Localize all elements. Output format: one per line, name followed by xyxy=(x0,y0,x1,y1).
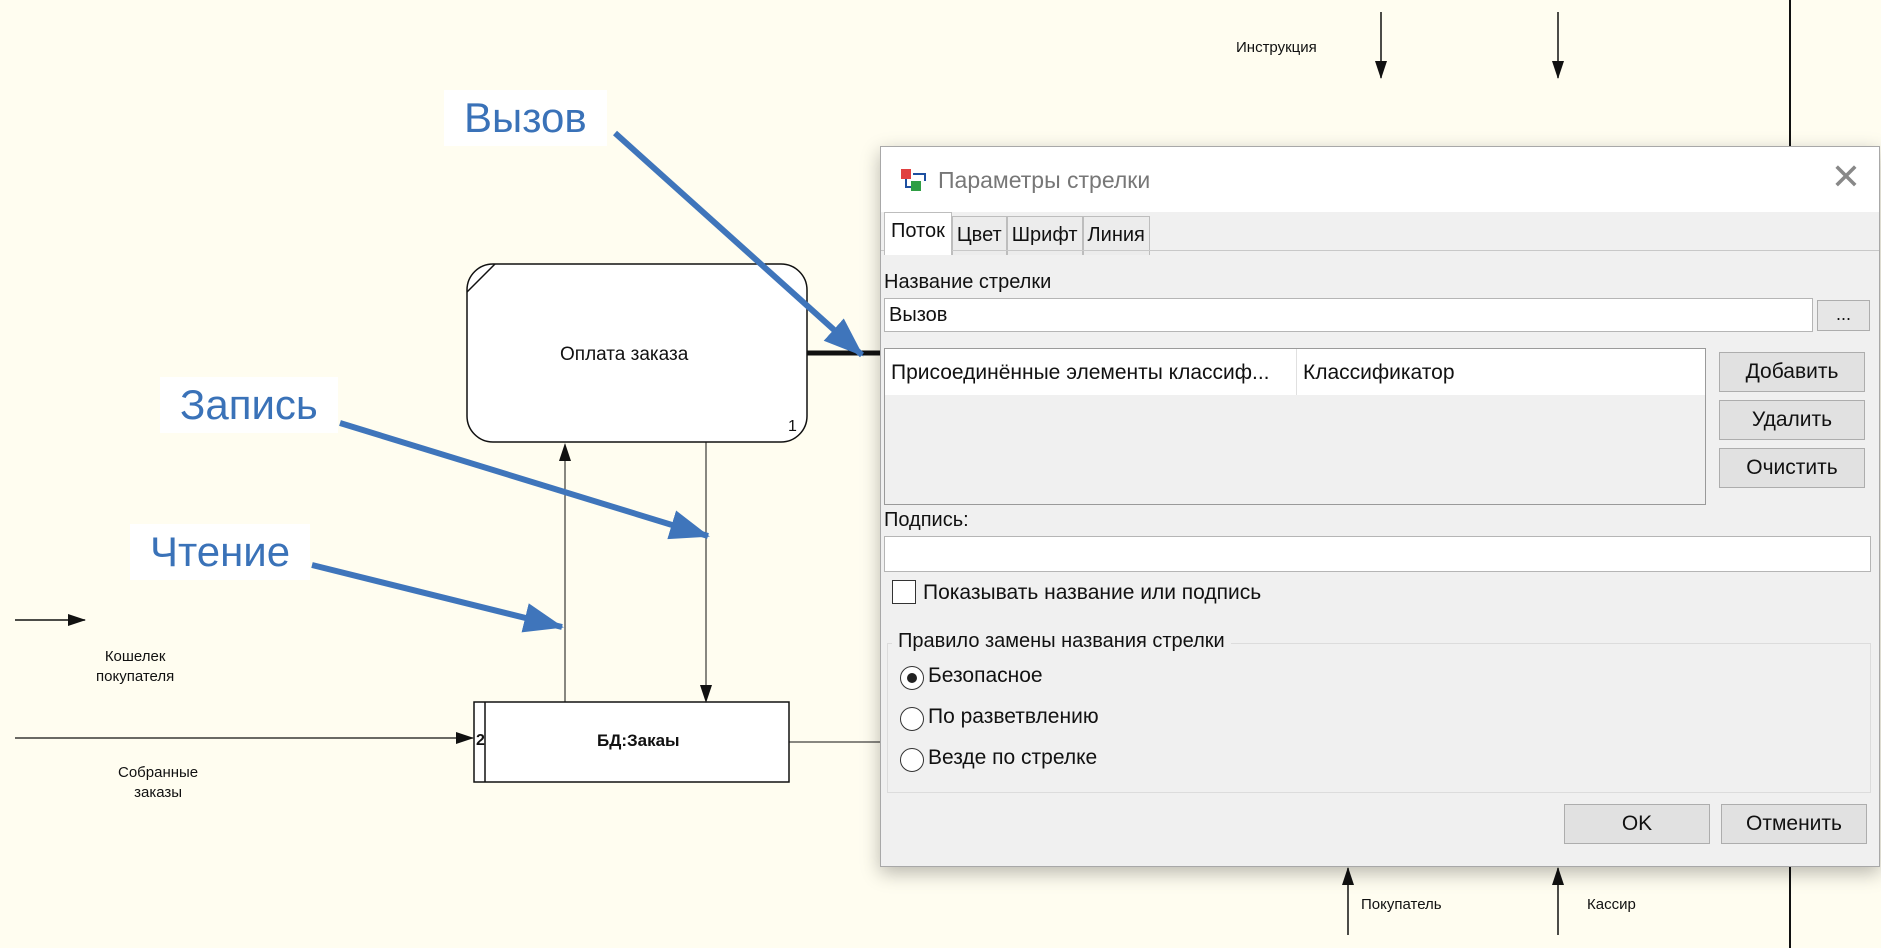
dialog-tabs: Поток Цвет Шрифт Линия xyxy=(884,212,1150,255)
tab-flow[interactable]: Поток xyxy=(884,212,952,255)
label-instruction: Инструкция xyxy=(1236,39,1317,56)
datastore-box-number: 2 xyxy=(476,732,485,749)
caption-label: Подпись: xyxy=(884,509,969,531)
arrow-properties-icon xyxy=(901,169,926,191)
arrow-name-input[interactable] xyxy=(884,298,1813,332)
label-collected-orders: Собранные заказы xyxy=(118,764,199,802)
process-box-title: Оплата заказа xyxy=(560,344,689,365)
show-name-checkbox[interactable] xyxy=(892,580,916,604)
radio-safe[interactable] xyxy=(900,666,924,690)
tab-panel-border xyxy=(881,250,1879,251)
classifier-list-header: Присоединённые элементы классиф... Класс… xyxy=(885,349,1705,395)
radio-branching-label[interactable]: По разветвлению xyxy=(928,705,1099,729)
column-header-classifier[interactable]: Классификатор xyxy=(1297,349,1705,395)
cancel-button[interactable]: Отменить xyxy=(1721,804,1867,844)
add-button[interactable]: Добавить xyxy=(1719,352,1865,392)
radio-everywhere-label[interactable]: Везде по стрелке xyxy=(928,746,1097,770)
label-buyer: Покупатель xyxy=(1361,896,1442,913)
browse-button[interactable]: ... xyxy=(1817,300,1870,331)
callout-call: Вызов xyxy=(444,90,607,147)
dialog-title: Параметры стрелки xyxy=(938,167,1151,193)
close-icon[interactable]: ✕ xyxy=(1831,159,1861,195)
radio-branching[interactable] xyxy=(900,707,924,731)
radio-everywhere[interactable] xyxy=(900,748,924,772)
remove-button[interactable]: Удалить xyxy=(1719,400,1865,440)
rename-rule-title: Правило замены названия стрелки xyxy=(892,630,1231,653)
callout-write: Запись xyxy=(160,377,338,434)
caption-input[interactable] xyxy=(884,536,1871,572)
ok-button[interactable]: OK xyxy=(1564,804,1710,844)
column-header-attached-elements[interactable]: Присоединённые элементы классиф... xyxy=(885,349,1297,395)
rename-rule-group: Правило замены названия стрелки Безопасн… xyxy=(887,630,1871,793)
clear-button[interactable]: Очистить xyxy=(1719,448,1865,488)
name-label: Название стрелки xyxy=(884,271,1052,293)
process-box-number: 1 xyxy=(788,418,797,435)
radio-safe-label[interactable]: Безопасное xyxy=(928,664,1043,688)
arrow-properties-dialog: Параметры стрелки ✕ Поток Цвет Шрифт Лин… xyxy=(880,146,1880,867)
callout-read: Чтение xyxy=(130,524,311,581)
show-name-checkbox-label[interactable]: Показывать название или подпись xyxy=(923,581,1261,605)
dialog-titlebar[interactable]: Параметры стрелки ✕ xyxy=(881,147,1879,212)
callout-arrow-read xyxy=(311,562,564,633)
label-cashier: Кассир xyxy=(1587,896,1636,913)
label-wallet: Кошелек покупателя xyxy=(96,648,175,686)
classifier-list[interactable]: Присоединённые элементы классиф... Класс… xyxy=(884,348,1706,505)
datastore-box-title: БД:Закаы xyxy=(597,731,680,750)
